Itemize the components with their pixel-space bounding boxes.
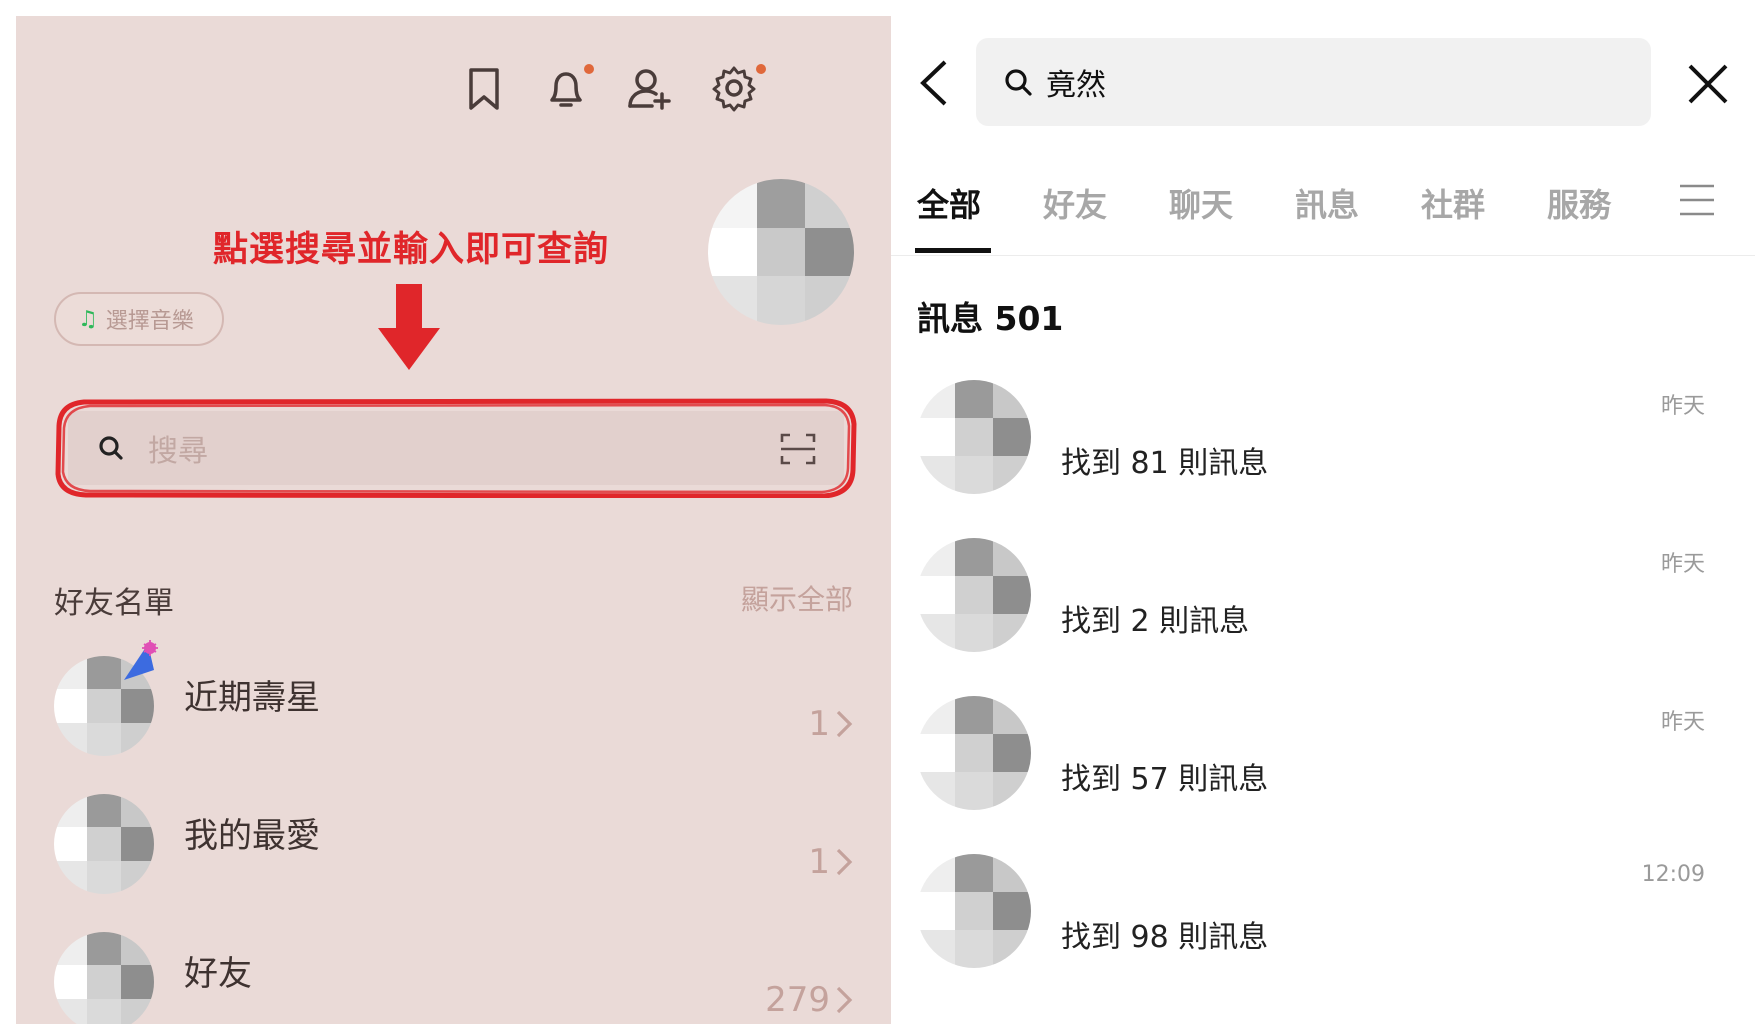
list-item-preview: ，… <box>694 1006 738 1024</box>
bookmark-icon[interactable] <box>456 60 512 116</box>
search-icon <box>99 436 123 460</box>
tab-friends[interactable]: 好友 <box>1043 180 1107 226</box>
bell-icon[interactable] <box>538 60 594 116</box>
result-tabs: 全部 好友 聊天 訊息 社群 服務 <box>891 160 1755 256</box>
result-summary: 找到 81 則訊息 <box>1061 446 1269 481</box>
result-time: 昨天 <box>1660 710 1705 735</box>
active-tab-indicator <box>915 248 991 253</box>
tab-all[interactable]: 全部 <box>917 180 981 226</box>
result-time: 昨天 <box>1660 394 1705 419</box>
tab-community[interactable]: 社群 <box>1421 180 1485 226</box>
result-summary: 找到 57 則訊息 <box>1061 762 1269 797</box>
close-icon[interactable] <box>1686 62 1730 106</box>
search-icon <box>1005 69 1032 96</box>
list-item-favorites[interactable]: 我的最愛 1 <box>54 794 854 904</box>
list-item-birthday[interactable]: 近期壽星 1 <box>54 640 854 766</box>
result-item[interactable]: 找到 81 則訊息 昨天 <box>917 380 1737 510</box>
avatar <box>917 854 1031 968</box>
notification-dot <box>756 64 766 74</box>
search-placeholder: 搜尋 <box>148 434 208 469</box>
annotation-arrow <box>378 284 440 370</box>
friend-list-title: 好友名單 <box>54 586 174 621</box>
result-time: 昨天 <box>1660 552 1705 577</box>
scan-icon[interactable] <box>780 433 816 465</box>
menu-icon[interactable] <box>1679 182 1715 218</box>
search-query: 竟然 <box>1046 68 1106 103</box>
notification-dot <box>584 64 594 74</box>
list-item-count: 1 <box>808 704 854 744</box>
list-item-count: 279 <box>765 980 854 1020</box>
party-hat-icon <box>124 640 158 680</box>
home-panel: 點選搜尋並輸入即可查詢 ♫ 選擇音樂 搜尋 好友名單 顯示全部 近期壽星 1 我… <box>16 16 891 1024</box>
avatar <box>917 380 1031 494</box>
show-all-link[interactable]: 顯示全部 <box>741 578 853 618</box>
list-item-label: 好友 <box>184 954 252 994</box>
chevron-right-icon <box>836 710 853 738</box>
choose-music-button[interactable]: ♫ 選擇音樂 <box>54 292 224 346</box>
annotation-hint: 點選搜尋並輸入即可查詢 <box>212 230 609 270</box>
result-item[interactable]: 找到 57 則訊息 昨天 <box>917 696 1737 826</box>
search-input[interactable]: 竟然 <box>976 38 1651 126</box>
tab-services[interactable]: 服務 <box>1547 180 1611 226</box>
list-item-label: 我的最愛 <box>184 816 320 856</box>
search-area[interactable]: 搜尋 <box>54 398 858 498</box>
avatar <box>917 538 1031 652</box>
list-item-count: 1 <box>808 842 854 882</box>
chevron-right-icon <box>836 848 853 876</box>
result-item[interactable]: 找到 2 則訊息 昨天 <box>917 538 1737 668</box>
list-item-label: 近期壽星 <box>184 678 320 718</box>
avatar <box>54 932 154 1024</box>
result-item[interactable]: 找到 98 則訊息 12:09 <box>917 854 1737 984</box>
music-note-icon: ♫ <box>78 306 98 332</box>
gear-icon[interactable] <box>706 60 766 116</box>
add-friend-icon[interactable] <box>622 60 678 116</box>
result-summary: 找到 2 則訊息 <box>1061 604 1250 639</box>
result-time: 12:09 <box>1641 862 1705 887</box>
profile-avatar[interactable] <box>708 179 854 325</box>
tab-chats[interactable]: 聊天 <box>1169 180 1233 226</box>
search-input[interactable]: 搜尋 <box>68 411 844 485</box>
avatar <box>54 794 154 894</box>
list-item-friends[interactable]: 好友 279 ，… <box>54 932 854 1024</box>
tab-messages[interactable]: 訊息 <box>1295 180 1359 226</box>
result-summary: 找到 98 則訊息 <box>1061 920 1269 955</box>
section-title: 訊息 501 <box>917 299 1064 338</box>
back-button[interactable] <box>915 58 955 108</box>
avatar <box>917 696 1031 810</box>
search-results-panel: 竟然 全部 好友 聊天 訊息 社群 服務 訊息 501 找到 81 則訊息 昨天 <box>891 0 1755 1032</box>
chevron-right-icon <box>836 986 853 1014</box>
